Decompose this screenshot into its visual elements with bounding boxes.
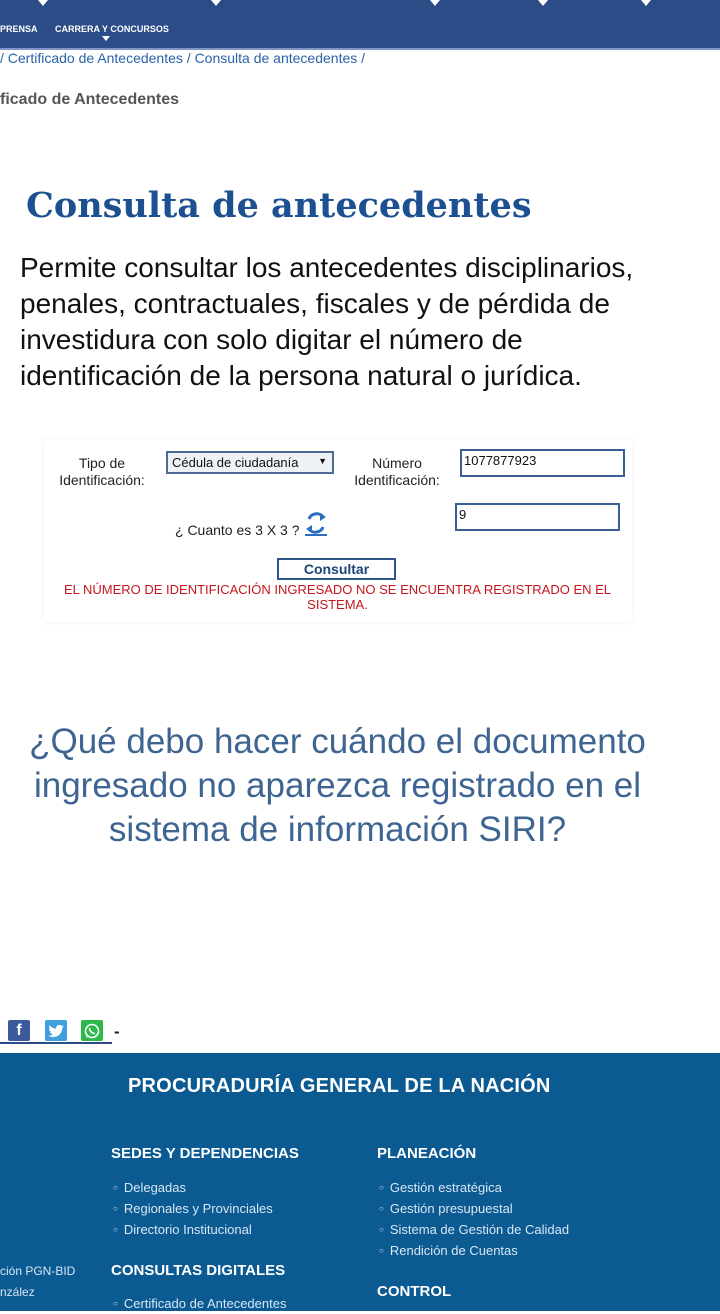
nav-caret-icon[interactable] xyxy=(430,0,440,6)
site-footer: PROCURADURÍA GENERAL DE LA NACIÓN SEDES … xyxy=(0,1053,720,1311)
breadcrumb[interactable]: / Certificado de Antecedentes / Consulta… xyxy=(0,50,365,66)
page-title: Consulta de antecedentes xyxy=(26,185,532,226)
footer-link-rendicion-cuentas[interactable]: Rendición de Cuentas xyxy=(379,1240,569,1261)
footer-planeacion-list: Gestión estratégica Gestión presupuestal… xyxy=(379,1177,569,1261)
footer-sedes-title: SEDES Y DEPENDENCIAS xyxy=(111,1145,299,1162)
footer-link-directorio[interactable]: Directorio Institucional xyxy=(113,1219,273,1240)
share-separator: - xyxy=(114,1022,120,1041)
numero-identificacion-label: Número Identificación: xyxy=(350,455,444,489)
captcha-answer-input[interactable]: 9 xyxy=(455,503,620,531)
footer-consultas-title: CONSULTAS DIGITALES xyxy=(111,1262,286,1279)
numero-label-line2: Identificación: xyxy=(354,472,440,488)
footer-link-gestion-presupuestal[interactable]: Gestión presupuestal xyxy=(379,1198,569,1219)
facebook-icon[interactable]: f xyxy=(8,1020,30,1041)
numero-label-line1: Número xyxy=(372,455,422,471)
footer-link-sistema-calidad[interactable]: Sistema de Gestión de Calidad xyxy=(379,1219,569,1240)
error-message: EL NÚMERO DE IDENTIFICACIÓN INGRESADO NO… xyxy=(63,582,612,612)
nav-item-prensa[interactable]: PRENSA xyxy=(0,24,38,34)
share-underline xyxy=(0,1042,112,1044)
consultar-button[interactable]: Consultar xyxy=(277,558,396,580)
footer-link-regionales[interactable]: Regionales y Provinciales xyxy=(113,1198,273,1219)
intro-text: Permite consultar los antecedentes disci… xyxy=(20,252,634,391)
footer-sedes-list: Delegadas Regionales y Provinciales Dire… xyxy=(113,1177,273,1240)
refresh-captcha-icon[interactable] xyxy=(305,510,327,536)
nav-caret-icon[interactable] xyxy=(641,0,651,6)
top-nav-bar: PRENSA CARRERA Y CONCURSOS xyxy=(0,0,720,50)
footer-control-title: CONTROL xyxy=(377,1283,452,1300)
tipo-label-line1: Tipo de xyxy=(78,455,126,471)
footer-planeacion-title: PLANEACIÓN xyxy=(377,1145,477,1162)
footer-link-gestion-estrategica[interactable]: Gestión estratégica xyxy=(379,1177,569,1198)
numero-identificacion-input[interactable]: 1077877923 xyxy=(460,449,625,477)
footer-link-delegadas[interactable]: Delegadas xyxy=(113,1177,273,1198)
twitter-icon[interactable] xyxy=(45,1020,67,1041)
nav-item-carrera-concursos[interactable]: CARRERA Y CONCURSOS xyxy=(55,24,169,34)
nav-caret-icon[interactable] xyxy=(538,0,548,6)
dropdown-arrow-icon: ▼ xyxy=(318,456,327,466)
tipo-identificacion-value: Cédula de ciudadanía xyxy=(172,455,299,470)
captcha-question: ¿ Cuanto es 3 X 3 ? xyxy=(175,522,300,538)
tipo-identificacion-select[interactable]: Cédula de ciudadanía ▼ xyxy=(166,451,334,474)
tipo-label-line2: Identificación: xyxy=(59,472,145,488)
tipo-identificacion-label: Tipo de Identificación: xyxy=(56,455,148,489)
footer-org-name: PROCURADURÍA GENERAL DE LA NACIÓN xyxy=(128,1075,551,1097)
faq-heading: ¿Qué debo hacer cuándo el documento ingr… xyxy=(29,722,646,849)
chevron-down-icon xyxy=(102,36,110,41)
footer-side-text-1[interactable]: ción PGN-BID xyxy=(0,1264,75,1278)
section-title: ficado de Antecedentes xyxy=(0,91,180,108)
footer-side-text-2[interactable]: nzález xyxy=(0,1285,35,1299)
whatsapp-icon[interactable] xyxy=(81,1020,103,1041)
nav-caret-icon[interactable] xyxy=(211,0,221,6)
nav-caret-icon[interactable] xyxy=(38,0,48,6)
